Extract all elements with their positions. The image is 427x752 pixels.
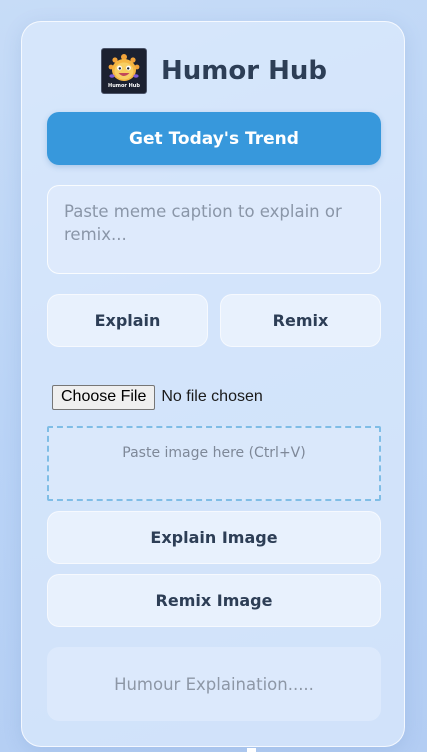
explain-image-button[interactable]: Explain Image [47, 511, 381, 564]
meme-caption-input[interactable] [47, 185, 381, 274]
image-paste-zone[interactable]: Paste image here (Ctrl+V) [47, 426, 381, 501]
paste-zone-label: Paste image here (Ctrl+V) [122, 445, 306, 461]
file-status-text: No file chosen [161, 388, 263, 405]
remix-image-button[interactable]: Remix Image [47, 574, 381, 627]
humour-explanation-output: Humour Explaination..... [47, 647, 381, 721]
app-logo: Humor Hub [101, 48, 147, 94]
app-title: Humor Hub [161, 56, 327, 86]
explain-button[interactable]: Explain [47, 294, 208, 347]
choose-file-button[interactable]: Choose File [52, 384, 156, 410]
app-header: Humor Hub Humor Hub [22, 47, 406, 95]
get-todays-trend-button[interactable]: Get Today's Trend [47, 112, 381, 165]
remix-button[interactable]: Remix [220, 294, 381, 347]
output-placeholder: Humour Explaination..... [114, 674, 314, 694]
bottom-edge-marker [247, 748, 256, 752]
file-picker: Choose File No file chosen [52, 384, 263, 410]
logo-text: Humor Hub [108, 83, 140, 89]
main-panel: Humor Hub Humor Hub Get Today's Trend Ex… [21, 21, 405, 747]
